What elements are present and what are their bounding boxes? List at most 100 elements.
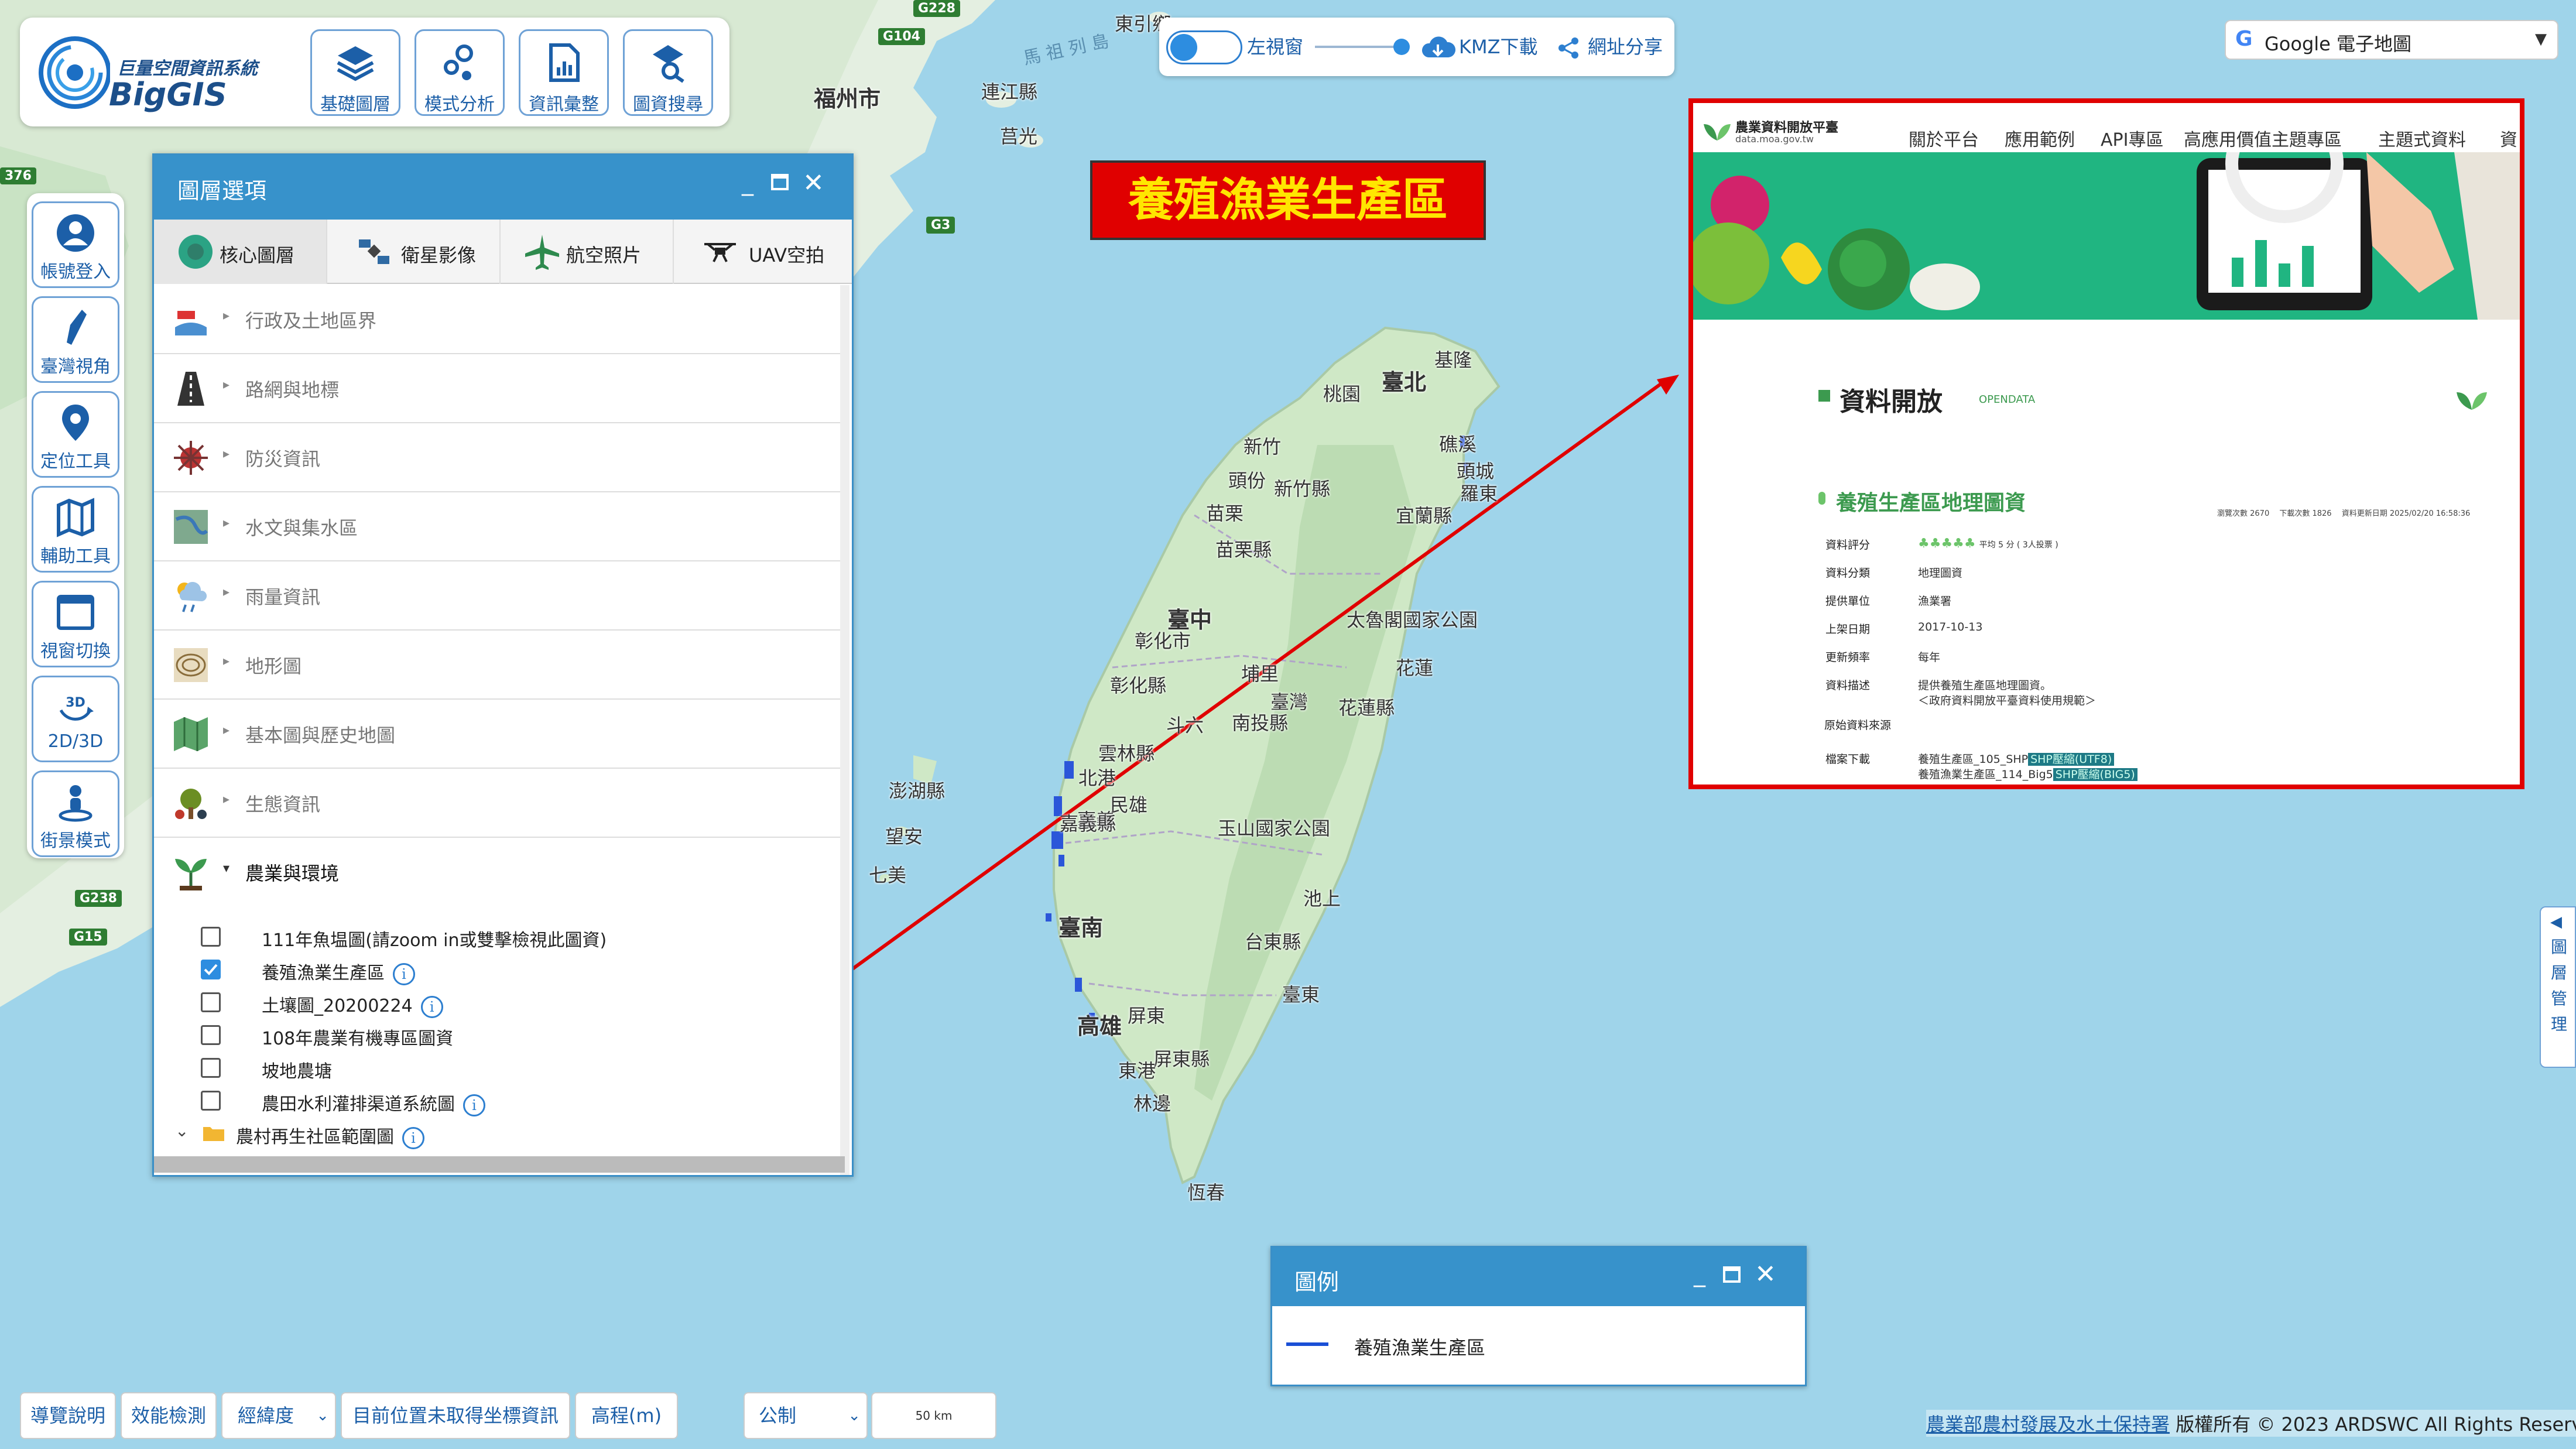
kmz-download-button[interactable]: KMZ下載 xyxy=(1420,18,1543,76)
layer-checkbox[interactable] xyxy=(201,992,221,1012)
locate-tool-label: 定位工具 xyxy=(40,451,111,472)
layer-checkbox-checked[interactable] xyxy=(201,960,221,979)
category-disaster[interactable]: ▸ 防災資訊 xyxy=(154,423,845,492)
layer-item-pond[interactable]: 坡地農塘 xyxy=(154,1051,845,1084)
share-url-button[interactable]: 網址分享 xyxy=(1557,18,1669,76)
category-agriculture[interactable]: ▾ 農業與環境 xyxy=(154,838,845,907)
chevron-down-icon: ▼ xyxy=(2535,30,2547,48)
streetview-label: 街景模式 xyxy=(40,831,111,851)
road-icon xyxy=(177,372,204,406)
guide-button[interactable]: 導覽說明 xyxy=(20,1392,116,1439)
pin-icon xyxy=(62,405,89,441)
tab-satellite[interactable]: 衛星影像 xyxy=(327,220,501,284)
map-place-label: 苗栗 xyxy=(1206,502,1244,525)
layer-checkbox[interactable] xyxy=(201,1058,221,1078)
basic-layers-label: 基礎圖層 xyxy=(320,94,390,115)
map-place-label: 新竹 xyxy=(1244,436,1282,458)
inset-dataset-title: 養殖生產區地理圖資 xyxy=(1836,491,2026,515)
category-label: 路網與地標 xyxy=(245,379,340,401)
model-analysis-label: 模式分析 xyxy=(424,94,495,115)
performance-button[interactable]: 效能檢測 xyxy=(121,1392,217,1439)
layer-folder-rural[interactable]: ⌄ 農村再生社區範圍圖 i xyxy=(154,1116,845,1149)
download-item[interactable]: 養殖生產區_105_SHP SHP壓縮(UTF8) xyxy=(1918,751,2115,766)
category-road[interactable]: ▸ 路網與地標 xyxy=(154,354,845,423)
basemap-select[interactable]: G Google 電子地圖 ▼ xyxy=(2225,20,2558,60)
elevation-readout: 高程(m) xyxy=(575,1392,678,1439)
layer-item-aquaculture-zone[interactable]: 養殖漁業生產區 i xyxy=(154,953,845,985)
close-icon[interactable]: ✕ xyxy=(1755,1259,1776,1289)
layer-manage-tab[interactable]: ◀ 圖層管理 xyxy=(2540,906,2576,1068)
close-icon[interactable]: ✕ xyxy=(803,168,824,198)
2d-3d-toggle-button[interactable]: 3D 2D/3D xyxy=(32,676,119,762)
map-place-label: 臺北 xyxy=(1382,369,1427,395)
info-icon[interactable]: i xyxy=(402,1126,424,1149)
map-place-label: 斗六 xyxy=(1166,714,1204,737)
layer-checkbox[interactable] xyxy=(201,927,221,947)
basic-layers-button[interactable]: 基礎圖層 xyxy=(310,29,400,116)
inset-nav-item: 高應用價值主題專區 xyxy=(2184,130,2342,150)
layer-item-irrigation[interactable]: 農田水利灌排渠道系統圖 i xyxy=(154,1084,845,1116)
layer-item-fishpond[interactable]: 111年魚塭圖(請zoom in或雙擊檢視此圖資) xyxy=(154,920,845,953)
taiwan-view-button[interactable]: 臺灣視角 xyxy=(32,296,119,383)
category-hydrology[interactable]: ▸ 水文與集水區 xyxy=(154,492,845,561)
category-label: 行政及土地區界 xyxy=(245,310,377,332)
category-ecology[interactable]: ▸ 生態資訊 xyxy=(154,769,845,838)
road-number-badge: G3 xyxy=(926,217,955,234)
inset-nav-item: API專區 xyxy=(2101,130,2164,150)
category-boundary[interactable]: ▸ 行政及土地區界 xyxy=(154,285,845,354)
chevron-right-icon: ▸ xyxy=(223,447,230,461)
unit-select[interactable]: 公制 ⌄ xyxy=(744,1392,868,1439)
minimize-icon[interactable]: _ xyxy=(1694,1260,1705,1287)
info-icon[interactable]: i xyxy=(393,962,415,985)
left-view-label: 左視窗 xyxy=(1247,36,1304,58)
helper-tool-button[interactable]: 輔助工具 xyxy=(32,486,119,573)
map-place-label: 彰化縣 xyxy=(1110,674,1167,697)
chevron-down-icon: ⌄ xyxy=(848,1407,861,1424)
map-place-label: 宜蘭縣 xyxy=(1396,505,1453,527)
info-icon[interactable]: i xyxy=(463,1094,485,1116)
tab-uav[interactable]: UAV空拍 xyxy=(674,220,855,284)
tab-aerial[interactable]: 航空照片 xyxy=(501,220,674,284)
category-rain[interactable]: ▸ 雨量資訊 xyxy=(154,561,845,631)
map-search-button[interactable]: 圖資搜尋 xyxy=(623,29,713,116)
map-place-label: 苗栗縣 xyxy=(1215,539,1272,561)
info-summary-button[interactable]: 資訊彙整 xyxy=(519,29,609,116)
maximize-icon[interactable] xyxy=(1723,1266,1741,1283)
layer-checkbox[interactable] xyxy=(201,1091,221,1111)
tab-satellite-label: 衛星影像 xyxy=(401,244,477,266)
chevron-right-icon: ▸ xyxy=(223,723,230,738)
info-icon[interactable]: i xyxy=(420,995,443,1018)
layer-panel-header: 圖層選項 _ ✕ xyxy=(154,155,852,220)
tab-core-layers[interactable]: 核心圖層 xyxy=(154,220,327,284)
locate-tool-button[interactable]: 定位工具 xyxy=(32,391,119,478)
horizontal-scrollbar[interactable] xyxy=(154,1156,845,1173)
map-place-label: 臺東 xyxy=(1282,984,1320,1006)
inset-site-url: data.moa.gov.tw xyxy=(1735,133,1814,145)
copyright-org-link[interactable]: 農業部農村發展及水土保持署 xyxy=(1926,1413,2170,1436)
field-label: 更新頻率 xyxy=(1825,651,1871,664)
category-terrain[interactable]: ▸ 地形圖 xyxy=(154,631,845,700)
2d-3d-label: 2D/3D xyxy=(47,731,104,752)
airplane-icon xyxy=(525,235,559,270)
left-view-toggle[interactable] xyxy=(1166,30,1242,64)
maximize-icon[interactable] xyxy=(771,174,789,190)
opacity-slider-track[interactable] xyxy=(1315,46,1403,48)
field-value-link[interactable]: ＜政府資料開放平臺資料使用規範＞ xyxy=(1918,692,2096,708)
window-switch-button[interactable]: 視窗切換 xyxy=(32,581,119,667)
layer-checkbox[interactable] xyxy=(201,1025,221,1045)
model-analysis-button[interactable]: 模式分析 xyxy=(415,29,505,116)
3d-icon: 3D xyxy=(59,696,94,721)
category-label: 地形圖 xyxy=(245,655,302,677)
login-button[interactable]: 帳號登入 xyxy=(32,201,119,288)
layer-item-organic[interactable]: 108年農業有機專區圖資 xyxy=(154,1018,845,1051)
minimize-icon[interactable]: _ xyxy=(742,169,753,196)
layer-item-soil[interactable]: 土壤圖_20200224 i xyxy=(154,985,845,1018)
opacity-slider-handle[interactable] xyxy=(1393,39,1410,55)
coord-type-select[interactable]: 經緯度 ⌄ xyxy=(221,1392,336,1439)
scrollbar[interactable] xyxy=(840,285,849,1175)
field-label: 資料描述 xyxy=(1825,679,1871,692)
streetview-button[interactable]: 街景模式 xyxy=(32,770,119,857)
category-basemap-history[interactable]: ▸ 基本圖與歷史地圖 xyxy=(154,700,845,769)
download-item[interactable]: 養殖漁業生產區_114_Big5 SHP壓縮(BIG5) xyxy=(1918,766,2137,782)
field-value: 2017-10-13 xyxy=(1918,621,1983,633)
